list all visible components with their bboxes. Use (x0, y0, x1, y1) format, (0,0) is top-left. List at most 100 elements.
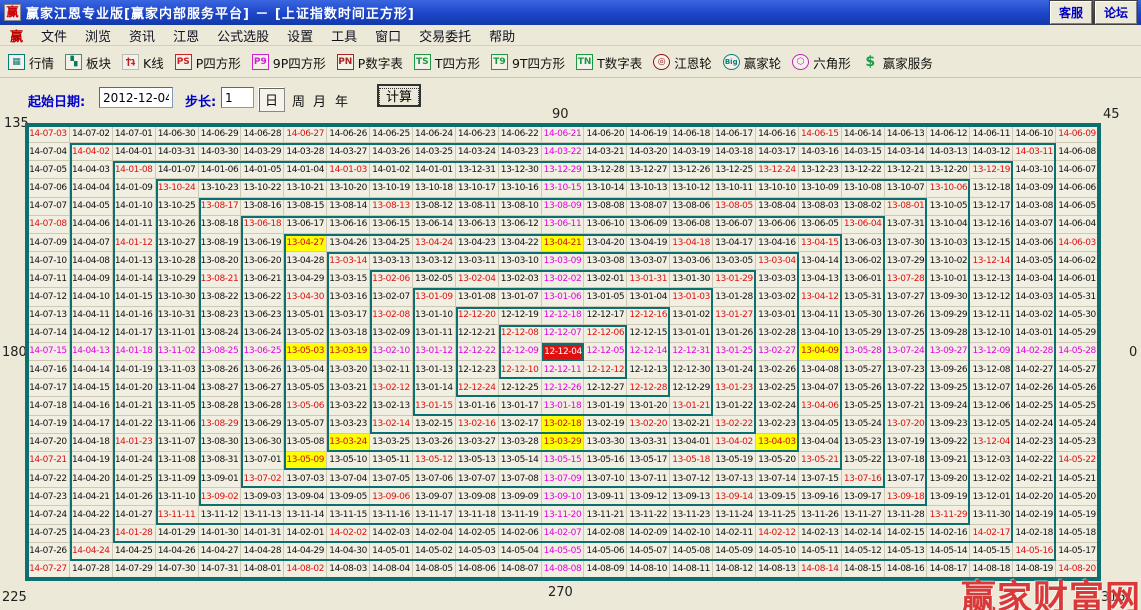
grid-cell: 13-06-22 (241, 288, 284, 306)
grid-cell: 13-12-28 (584, 161, 627, 179)
grid-cell: 13-06-07 (713, 216, 756, 234)
grid-cell: 13-03-04 (756, 252, 799, 270)
title-button-论坛[interactable]: 论坛 (1095, 1, 1137, 24)
grid-cell: 13-04-11 (799, 307, 842, 325)
grid-cell: 13-05-28 (842, 343, 885, 361)
grid-cell: 14-08-10 (627, 561, 670, 579)
grid-cell: 14-07-30 (156, 561, 199, 579)
grid-cell: 14-03-01 (1013, 325, 1056, 343)
grid-cell: 14-02-08 (584, 525, 627, 543)
grid-cell: 14-04-24 (70, 543, 113, 561)
title-button-客服[interactable]: 客服 (1050, 1, 1092, 24)
grid-cell: 12-12-27 (584, 379, 627, 397)
grid-cell: 14-05-21 (1056, 470, 1099, 488)
menu-item-资讯[interactable]: 资讯 (120, 24, 164, 47)
grid-cell: 14-03-31 (156, 143, 199, 161)
toolbar-button-板块[interactable]: ▚板块 (65, 53, 111, 72)
toolbar-button-T数字表[interactable]: TNT数字表 (576, 53, 642, 72)
grid-cell: 13-12-04 (970, 434, 1013, 452)
grid-cell: 13-06-05 (799, 216, 842, 234)
grid-cell: 14-06-14 (842, 125, 885, 143)
grid-cell: 13-01-08 (456, 288, 499, 306)
period-option-日[interactable]: 日 (258, 87, 285, 112)
grid-cell: 14-08-16 (885, 561, 928, 579)
menu-item-设置[interactable]: 设置 (278, 24, 322, 47)
grid-cell: 14-07-23 (27, 488, 70, 506)
grid-cell: 13-08-19 (199, 234, 242, 252)
toolbar-label: 江恩轮 (674, 53, 712, 72)
toolbar-label: 六角形 (813, 53, 851, 72)
start-date-input[interactable] (99, 87, 173, 108)
menu-item-公式选股[interactable]: 公式选股 (208, 24, 278, 47)
period-option-周[interactable]: 周 (292, 91, 305, 110)
toolbar-button-六角形[interactable]: ⬡六角形 (792, 53, 851, 72)
toolbar-button-9T四方形[interactable]: T99T四方形 (491, 53, 565, 72)
grid-cell: 13-07-10 (584, 470, 627, 488)
grid-cell: 13-09-20 (927, 470, 970, 488)
grid-cell: 13-02-08 (370, 307, 413, 325)
toolbar-button-T四方形[interactable]: TST四方形 (414, 53, 480, 72)
period-option-月[interactable]: 月 (313, 91, 326, 110)
title-bar: 赢 赢家江恩专业版[赢家内部服务平台] － [上证指数时间正方形] 客服论坛 (0, 0, 1141, 25)
toolbar-label: P数字表 (358, 53, 403, 72)
grid-cell: 14-01-27 (113, 506, 156, 524)
grid-cell: 14-06-08 (1056, 143, 1099, 161)
menu-item-文件[interactable]: 文件 (32, 24, 76, 47)
grid-cell: 13-06-30 (241, 434, 284, 452)
grid-cell: 13-08-07 (627, 198, 670, 216)
grid-cell: 13-05-19 (713, 452, 756, 470)
grid-cell: 13-08-27 (199, 379, 242, 397)
grid-cell: 13-10-09 (799, 179, 842, 197)
grid-cell: 14-08-11 (670, 561, 713, 579)
grid-cell: 12-12-07 (542, 325, 585, 343)
grid-cell: 14-04-13 (70, 343, 113, 361)
grid-cell: 14-05-13 (885, 543, 928, 561)
toolbar-button-P四方形[interactable]: PSP四方形 (175, 53, 241, 72)
toolbar-button-赢家轮[interactable]: Big赢家轮 (723, 53, 782, 72)
grid-cell: 14-03-18 (713, 143, 756, 161)
grid-cell: 14-07-29 (113, 561, 156, 579)
period-option-年[interactable]: 年 (335, 91, 348, 110)
grid-cell: 13-02-17 (499, 416, 542, 434)
grid-cell: 12-12-19 (499, 307, 542, 325)
toolbar-button-行情[interactable]: ▦行情 (8, 53, 54, 72)
grid-cell: 13-06-11 (542, 216, 585, 234)
menu-item-工具[interactable]: 工具 (322, 24, 366, 47)
grid-cell: 14-06-25 (370, 125, 413, 143)
menu-item-交易委托[interactable]: 交易委托 (410, 24, 480, 47)
toolbar-button-P数字表[interactable]: PNP数字表 (337, 53, 403, 72)
grid-cell: 12-12-29 (670, 379, 713, 397)
grid-cell: 13-06-08 (670, 216, 713, 234)
grid-cell: 13-12-03 (970, 452, 1013, 470)
menu-item-浏览[interactable]: 浏览 (76, 24, 120, 47)
grid-cell: 14-04-19 (70, 452, 113, 470)
menu-item-帮助[interactable]: 帮助 (480, 24, 524, 47)
menu-item-赢[interactable]: 赢 (6, 24, 32, 47)
grid-cell: 14-04-09 (70, 270, 113, 288)
grid-cell: 13-09-06 (370, 488, 413, 506)
grid-cell: 13-04-07 (799, 379, 842, 397)
grid-cell: 13-01-09 (413, 288, 456, 306)
compute-button[interactable]: 计算 (377, 84, 421, 107)
toolbar-button-江恩轮[interactable]: ◎江恩轮 (653, 53, 712, 72)
grid-cell: 13-12-01 (970, 488, 1013, 506)
grid-cell: 13-10-01 (927, 270, 970, 288)
toolbar-button-9P四方形[interactable]: P99P四方形 (252, 53, 326, 72)
hex-icon: ⬡ (792, 54, 809, 70)
toolbar-button-K线[interactable]: ϯʇK线 (122, 53, 164, 72)
menu-item-江恩[interactable]: 江恩 (164, 24, 208, 47)
toolbar-button-赢家服务[interactable]: $赢家服务 (862, 53, 933, 72)
menu-item-窗口[interactable]: 窗口 (366, 24, 410, 47)
step-input[interactable] (221, 87, 254, 108)
window-title: 赢家江恩专业版[赢家内部服务平台] － [上证指数时间正方形] (26, 3, 415, 22)
grid-cell: 13-02-24 (756, 397, 799, 415)
grid-cell: 13-10-11 (713, 179, 756, 197)
grid-cell: 14-03-07 (1013, 216, 1056, 234)
grid-cell: 14-06-17 (713, 125, 756, 143)
toolbar-label: T数字表 (597, 53, 642, 72)
grid-cell: 13-05-10 (327, 452, 370, 470)
grid-cell: 14-05-29 (1056, 325, 1099, 343)
grid-cell: 13-06-01 (842, 270, 885, 288)
grid-cell: 14-05-12 (842, 543, 885, 561)
grid-cell: 13-12-05 (970, 416, 1013, 434)
